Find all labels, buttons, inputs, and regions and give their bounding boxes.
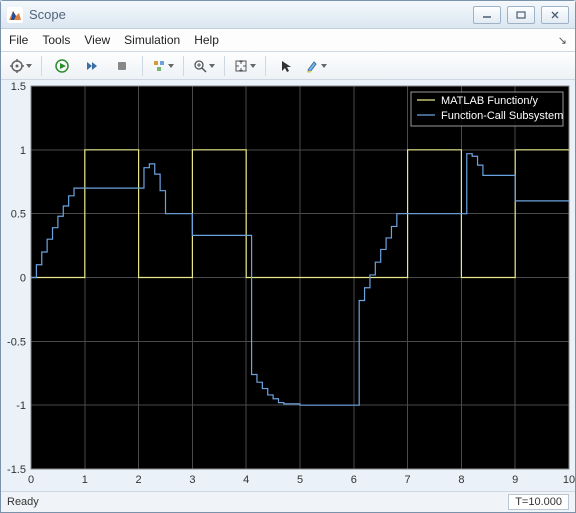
autoscale-button[interactable] — [231, 54, 259, 78]
run-button[interactable] — [48, 54, 76, 78]
chevron-down-icon — [209, 64, 215, 68]
chevron-down-icon — [26, 64, 32, 68]
svg-text:-0.5: -0.5 — [7, 337, 26, 349]
triggers-button[interactable] — [149, 54, 177, 78]
svg-text:3: 3 — [189, 474, 195, 486]
svg-text:0.5: 0.5 — [11, 209, 26, 221]
maximize-button[interactable] — [507, 6, 535, 24]
run-icon — [55, 59, 69, 73]
statusbar: Ready T=10.000 — [1, 491, 575, 512]
scope-chart[interactable]: 0 1 2 3 4 5 6 7 8 9 10 -1.5 -1 -0.5 0 0.5 1 1.5 MATLAB Fun… — [1, 80, 575, 491]
zoom-button[interactable] — [190, 54, 218, 78]
config-button[interactable] — [7, 54, 35, 78]
svg-text:5: 5 — [297, 474, 303, 486]
svg-text:0: 0 — [20, 273, 26, 285]
svg-text:8: 8 — [458, 474, 464, 486]
minimize-button[interactable] — [473, 6, 501, 24]
highlight-icon — [305, 59, 319, 73]
stop-icon — [115, 59, 129, 73]
menu-simulation[interactable]: Simulation — [124, 33, 180, 47]
svg-text:10: 10 — [563, 474, 575, 486]
menubar-corner-icon[interactable]: ↘ — [558, 34, 567, 47]
step-forward-icon — [85, 59, 99, 73]
svg-text:2: 2 — [136, 474, 142, 486]
step-forward-button[interactable] — [78, 54, 106, 78]
chevron-down-icon — [168, 64, 174, 68]
cursor-measure-icon — [279, 59, 293, 73]
status-left: Ready — [7, 496, 508, 508]
marker-button[interactable] — [302, 54, 330, 78]
menubar: File Tools View Simulation Help ↘ — [1, 29, 575, 52]
status-time: T=10.000 — [508, 494, 569, 510]
window-title: Scope — [29, 7, 473, 22]
scope-window: Scope File Tools View Simulation Help ↘ — [0, 0, 576, 513]
menu-help[interactable]: Help — [194, 33, 219, 47]
chevron-down-icon — [250, 64, 256, 68]
menu-file[interactable]: File — [9, 33, 28, 47]
matlab-icon — [7, 7, 23, 23]
cursor-measure-button[interactable] — [272, 54, 300, 78]
svg-text:Function-Call Subsystem: Function-Call Subsystem — [441, 110, 563, 122]
triggers-icon — [152, 59, 166, 73]
window-buttons — [473, 6, 569, 24]
svg-text:9: 9 — [512, 474, 518, 486]
svg-text:MATLAB Function/y: MATLAB Function/y — [441, 95, 538, 107]
svg-text:-1.5: -1.5 — [7, 464, 26, 476]
stop-button[interactable] — [108, 54, 136, 78]
titlebar: Scope — [1, 1, 575, 29]
svg-text:-1: -1 — [16, 401, 26, 413]
menu-tools[interactable]: Tools — [42, 33, 70, 47]
menu-view[interactable]: View — [84, 33, 110, 47]
svg-text:6: 6 — [351, 474, 357, 486]
gear-icon — [10, 59, 24, 73]
zoom-icon — [193, 59, 207, 73]
plot-area: 0 1 2 3 4 5 6 7 8 9 10 -1.5 -1 -0.5 0 0.5 1 1.5 MATLAB Fun… — [1, 80, 575, 491]
svg-text:7: 7 — [405, 474, 411, 486]
autoscale-icon — [234, 59, 248, 73]
svg-text:1: 1 — [82, 474, 88, 486]
toolbar — [1, 52, 575, 80]
svg-text:4: 4 — [243, 474, 249, 486]
chevron-down-icon — [321, 64, 327, 68]
close-button[interactable] — [541, 6, 569, 24]
svg-text:1.5: 1.5 — [11, 81, 26, 93]
svg-text:0: 0 — [28, 474, 34, 486]
svg-text:1: 1 — [20, 145, 26, 157]
